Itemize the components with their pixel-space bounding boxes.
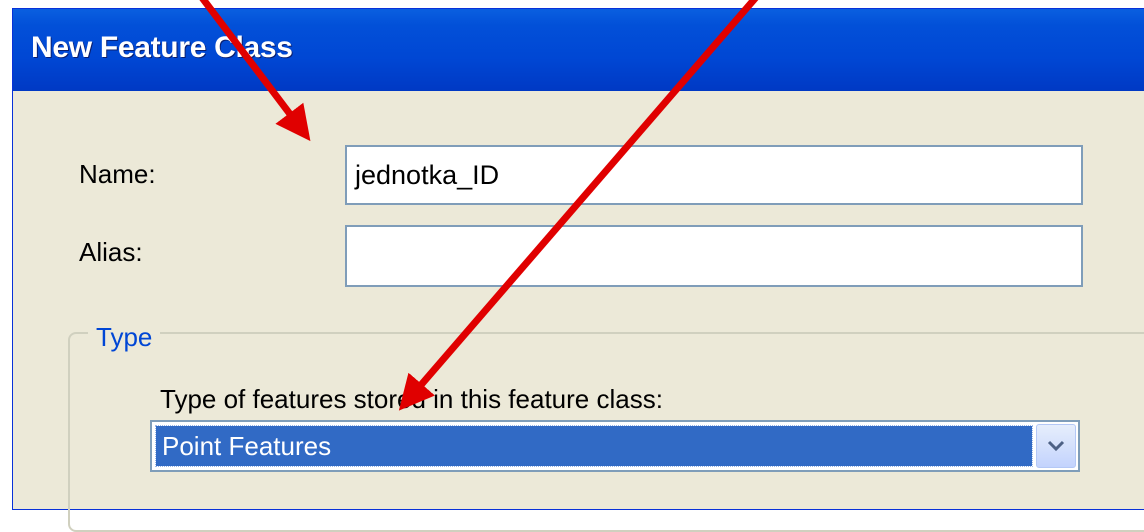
alias-label: Alias: bbox=[79, 237, 143, 267]
name-input-value: jednotka_ID bbox=[355, 160, 500, 190]
chevron-down-icon bbox=[1047, 440, 1065, 452]
type-group-legend: Type bbox=[88, 322, 161, 353]
feature-type-selected: Point Features bbox=[155, 425, 1033, 467]
alias-input[interactable] bbox=[345, 225, 1083, 287]
title-bar[interactable]: New Feature Class bbox=[13, 9, 1144, 91]
feature-type-dropdown[interactable]: Point Features bbox=[150, 420, 1080, 472]
name-label: Name: bbox=[79, 159, 156, 189]
name-input[interactable]: jednotka_ID bbox=[345, 145, 1083, 205]
dropdown-button[interactable] bbox=[1036, 424, 1076, 468]
dialog-title: New Feature Class bbox=[31, 31, 293, 64]
type-description: Type of features stored in this feature … bbox=[160, 384, 663, 414]
